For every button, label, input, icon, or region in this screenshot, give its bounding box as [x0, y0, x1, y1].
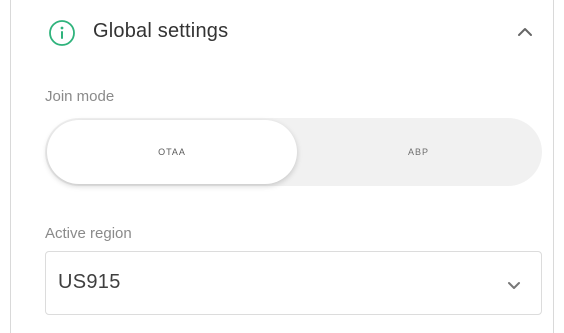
collapse-button[interactable]	[511, 18, 539, 46]
join-mode-option-abp[interactable]: ABP	[295, 118, 542, 186]
panel-header[interactable]: Global settings	[11, 0, 553, 62]
info-icon	[48, 19, 76, 47]
chevron-up-icon	[518, 28, 532, 36]
chevron-down-icon	[505, 276, 523, 294]
join-mode-option-otaa[interactable]: OTAA	[47, 120, 297, 184]
active-region-value: US915	[58, 271, 121, 293]
join-mode-label: Join mode	[45, 88, 115, 105]
active-region-select[interactable]: US915	[45, 251, 542, 315]
panel-title: Global settings	[93, 20, 229, 42]
active-region-label: Active region	[45, 225, 132, 242]
global-settings-panel: Global settings Join mode OTAA ABP Activ…	[10, 0, 554, 333]
join-mode-toggle: OTAA ABP	[45, 118, 542, 186]
